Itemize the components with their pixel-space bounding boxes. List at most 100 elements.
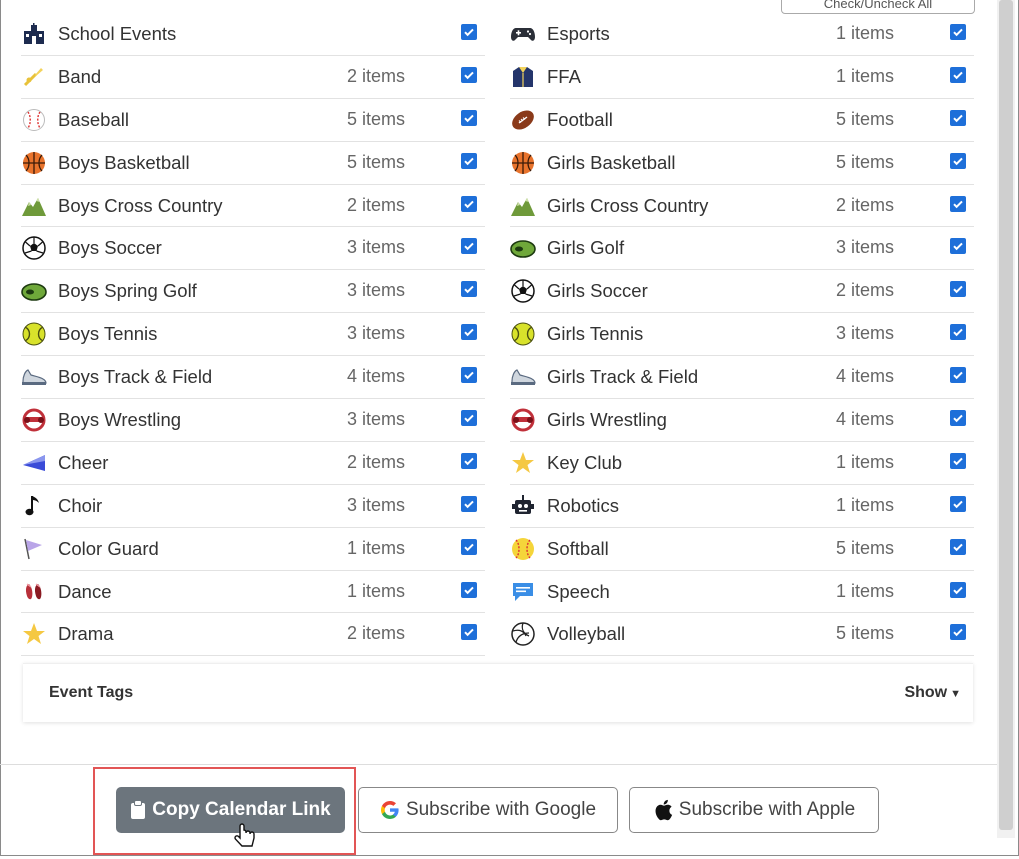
calendar-item-count: 4 items bbox=[346, 366, 405, 387]
speech-bubble-icon bbox=[510, 580, 536, 604]
calendar-item-count: 2 items bbox=[346, 65, 405, 86]
calendar-checkbox[interactable] bbox=[950, 495, 966, 512]
calendar-checkbox[interactable] bbox=[461, 195, 477, 212]
calendar-checkbox[interactable] bbox=[950, 281, 966, 298]
calendar-item-count: 2 items bbox=[346, 194, 405, 215]
music-note-icon bbox=[21, 494, 47, 518]
calendar-checkbox[interactable] bbox=[950, 581, 966, 598]
calendar-name: Boys Spring Golf bbox=[58, 280, 197, 302]
calendar-item-count: 1 items bbox=[835, 23, 894, 43]
calendar-checkbox[interactable] bbox=[950, 109, 966, 126]
calendar-checkbox[interactable] bbox=[461, 152, 477, 169]
tennis-ball-icon bbox=[21, 322, 47, 346]
subscribe-google-button[interactable]: Subscribe with Google bbox=[358, 787, 618, 833]
calendar-checkbox[interactable] bbox=[461, 24, 477, 40]
calendar-checkbox[interactable] bbox=[950, 367, 966, 384]
calendar-checkbox[interactable] bbox=[950, 195, 966, 212]
calendar-row-softball: Softball 5 items bbox=[510, 528, 974, 571]
calendar-checkbox[interactable] bbox=[950, 238, 966, 255]
mountain-icon bbox=[21, 194, 47, 218]
calendar-checkbox[interactable] bbox=[461, 538, 477, 555]
calendar-name: Boys Cross Country bbox=[58, 194, 223, 216]
calendar-name: Esports bbox=[547, 23, 610, 44]
calendar-name: Key Club bbox=[547, 451, 623, 473]
calendar-row-baseball: Baseball 5 items bbox=[21, 99, 485, 142]
soccer-ball-icon bbox=[510, 279, 536, 304]
subscribe-apple-button[interactable]: Subscribe with Apple bbox=[629, 787, 879, 833]
calendar-name: Girls Basketball bbox=[547, 151, 676, 173]
calendar-row-esports: Esports 1 items bbox=[510, 13, 974, 56]
star-icon bbox=[21, 622, 47, 646]
calendar-item-count: 1 items bbox=[346, 537, 405, 558]
tennis-ball-icon bbox=[510, 322, 536, 346]
calendar-item-count: 3 items bbox=[346, 237, 405, 258]
calendar-name: Girls Cross Country bbox=[547, 194, 709, 216]
calendar-checkbox[interactable] bbox=[461, 495, 477, 512]
calendar-item-count: 3 items bbox=[346, 280, 405, 301]
calendar-row-speech: Speech 1 items bbox=[510, 571, 974, 614]
calendar-row-school-events: School Events bbox=[21, 13, 485, 56]
event-tags-show-toggle[interactable]: Show ▼ bbox=[904, 684, 961, 702]
calendar-item-count: 2 items bbox=[346, 623, 405, 644]
calendar-row-ffa: FFA 1 items bbox=[510, 56, 974, 99]
calendar-row-dance: Dance 1 items bbox=[21, 571, 485, 614]
calendar-name: Boys Track & Field bbox=[58, 366, 213, 388]
volleyball-icon bbox=[510, 622, 536, 647]
check-all-dropdown[interactable]: Check/Uncheck All bbox=[781, 0, 975, 14]
calendar-item-count: 5 items bbox=[835, 537, 894, 558]
calendar-item-count: 2 items bbox=[346, 451, 405, 472]
calendar-item-count: 1 items bbox=[835, 494, 894, 515]
calendar-checkbox[interactable] bbox=[950, 24, 966, 40]
calendar-name: Volleyball bbox=[547, 623, 626, 645]
calendar-item-count: 1 items bbox=[835, 580, 894, 601]
robot-icon bbox=[510, 494, 536, 518]
ballet-shoes-icon bbox=[21, 580, 47, 604]
footer-divider bbox=[0, 764, 997, 765]
calendar-name: Dance bbox=[58, 580, 112, 602]
calendar-checkbox[interactable] bbox=[950, 624, 966, 641]
calendar-checkbox[interactable] bbox=[950, 66, 966, 83]
calendar-item-count: 2 items bbox=[835, 194, 894, 215]
calendar-list-right: Esports 1 items FFA 1 items Football 5 items G… bbox=[510, 13, 974, 657]
calendar-row-drama: Drama 2 items bbox=[21, 613, 485, 657]
calendar-row-boys-spring-golf: Boys Spring Golf 3 items bbox=[21, 270, 485, 314]
calendar-checkbox[interactable] bbox=[950, 410, 966, 427]
calendar-item-count: 5 items bbox=[835, 108, 894, 129]
calendar-checkbox[interactable] bbox=[950, 538, 966, 555]
calendar-checkbox[interactable] bbox=[461, 410, 477, 427]
calendar-row-football: Football 5 items bbox=[510, 99, 974, 142]
softball-icon bbox=[510, 537, 536, 561]
gamepad-icon bbox=[510, 22, 536, 46]
calendar-checkbox[interactable] bbox=[461, 281, 477, 298]
calendar-row-color-guard: Color Guard 1 items bbox=[21, 528, 485, 571]
scrollbar-thumb[interactable] bbox=[999, 0, 1013, 830]
mountain-icon bbox=[510, 194, 536, 218]
calendar-row-boys-basketball: Boys Basketball 5 items bbox=[21, 142, 485, 185]
calendar-checkbox[interactable] bbox=[461, 109, 477, 126]
calendar-row-boys-cross-country: Boys Cross Country 2 items bbox=[21, 185, 485, 228]
golf-green-icon bbox=[510, 236, 536, 260]
calendar-name: FFA bbox=[547, 65, 581, 87]
calendar-row-boys-tennis: Boys Tennis 3 items bbox=[21, 313, 485, 357]
calendar-name: Boys Wrestling bbox=[58, 409, 182, 431]
calendar-item-count: 5 items bbox=[346, 151, 405, 172]
event-tags-panel: Event Tags Show ▼ bbox=[23, 663, 973, 722]
calendar-checkbox[interactable] bbox=[461, 324, 477, 341]
calendar-row-cheer: Cheer 2 items bbox=[21, 442, 485, 485]
flag-icon bbox=[21, 537, 47, 561]
calendar-checkbox[interactable] bbox=[461, 66, 477, 83]
calendar-row-volleyball: Volleyball 5 items bbox=[510, 613, 974, 657]
calendar-checkbox[interactable] bbox=[950, 324, 966, 341]
calendar-row-girls-wrestling: Girls Wrestling 4 items bbox=[510, 399, 974, 442]
calendar-item-count: 3 items bbox=[835, 237, 894, 258]
calendar-checkbox[interactable] bbox=[461, 452, 477, 469]
calendar-name: Band bbox=[58, 65, 102, 87]
caret-down-icon: ▼ bbox=[950, 688, 961, 700]
calendar-checkbox[interactable] bbox=[461, 367, 477, 384]
calendar-checkbox[interactable] bbox=[461, 238, 477, 255]
calendar-list-left: School Events Band 2 items Baseball 5 items B… bbox=[21, 13, 485, 657]
calendar-checkbox[interactable] bbox=[461, 581, 477, 598]
calendar-checkbox[interactable] bbox=[950, 152, 966, 169]
calendar-checkbox[interactable] bbox=[461, 624, 477, 641]
calendar-checkbox[interactable] bbox=[950, 452, 966, 469]
